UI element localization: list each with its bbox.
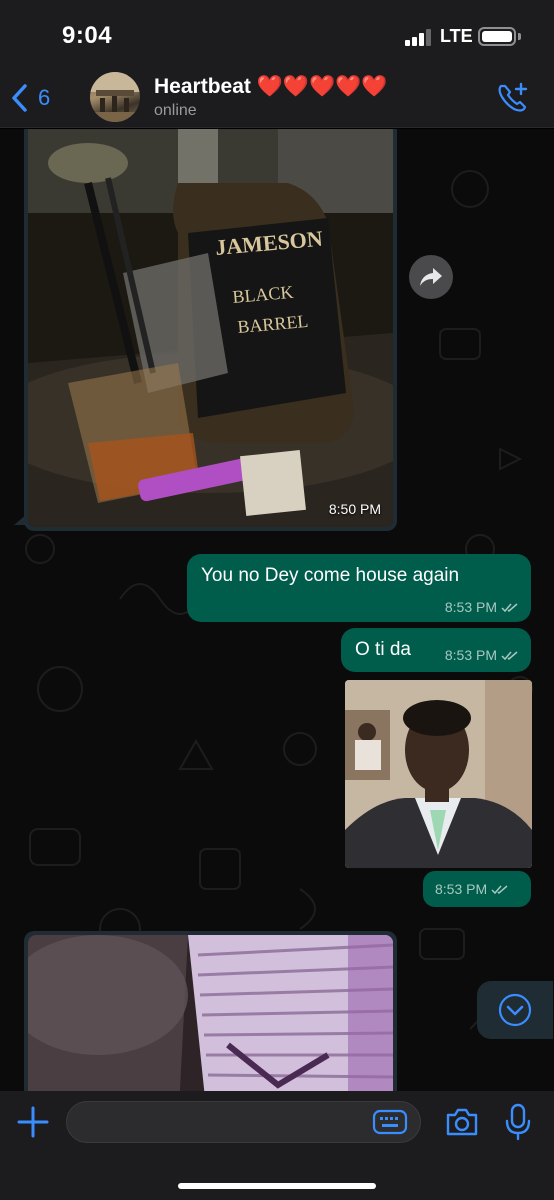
camera-icon [446,1108,478,1136]
message-input[interactable] [66,1101,421,1143]
message-time: 8:53 PM [444,599,497,615]
message-text: O ti da [355,639,411,660]
outgoing-message[interactable]: O ti da 8:53 PM [341,628,531,672]
message-time: 8:53 PM [444,647,497,663]
camera-button[interactable] [444,1105,480,1139]
input-bar [0,1091,554,1200]
home-indicator [178,1183,376,1189]
signal-icon [405,28,435,46]
network-label: LTE [440,26,473,46]
outgoing-message[interactable]: You no Dey come house again 8:53 PM [187,554,531,622]
photo-whiskey-bottle[interactable]: JAMESON BLACK BARREL 8:50 PM [28,129,393,527]
forward-icon [420,268,442,286]
incoming-photo-message[interactable]: JAMESON BLACK BARREL 8:50 PM [24,129,397,531]
sticker-button[interactable] [372,1109,408,1135]
message-text: You no Dey come house again [201,565,460,586]
double-check-icon [491,884,508,894]
scroll-to-bottom-button[interactable] [477,981,553,1039]
incoming-photo-message[interactable] [24,931,397,1091]
battery-icon [478,27,516,46]
chevron-down-icon [498,993,532,1027]
double-check-icon [501,602,518,612]
add-call-button[interactable] [494,80,530,116]
keyboard-sticker-icon [372,1109,408,1135]
plus-icon [17,1106,49,1138]
outgoing-photo-message[interactable] [345,680,532,868]
attach-button[interactable] [16,1105,50,1139]
add-call-icon [498,82,528,112]
chevron-left-icon [12,84,27,112]
status-bar: 9:04 LTE [0,0,554,66]
message-time: 8:50 PM [328,501,381,517]
photo-interior[interactable] [28,935,393,1091]
double-check-icon [501,650,518,660]
chat-header: 6 Heartbeat ❤️❤️❤️❤️❤️ online [0,66,554,128]
microphone-icon [505,1103,531,1141]
contact-status: online [154,102,197,119]
message-time: 8:53 PM [435,881,488,897]
avatar[interactable] [90,72,140,122]
chat-area[interactable]: JAMESON BLACK BARREL 8:50 PM You no Dey … [0,129,554,1091]
outgoing-photo-meta: 8:53 PM [423,871,531,907]
contact-name[interactable]: Heartbeat ❤️❤️❤️❤️❤️ [154,75,387,99]
unread-count: 6 [38,85,51,110]
forward-button[interactable] [409,255,453,299]
microphone-button[interactable] [504,1103,532,1141]
status-time: 9:04 [62,22,113,49]
back-button[interactable]: 6 [10,78,70,118]
